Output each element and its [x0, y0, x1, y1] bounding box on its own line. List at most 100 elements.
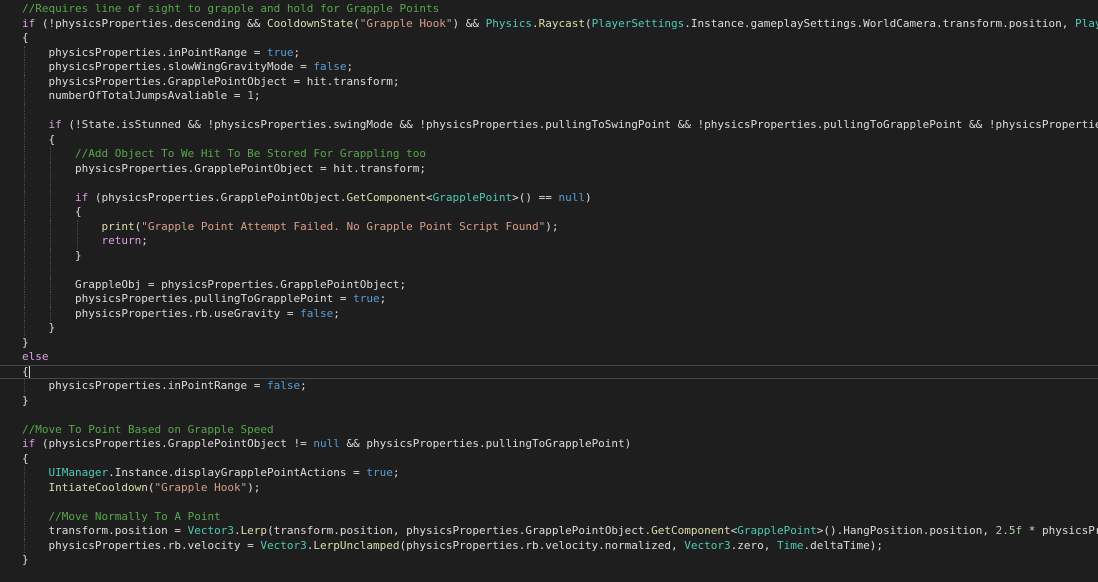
code-token: (!State.isStunned && !physicsProperties.…	[61, 118, 1098, 131]
code-line[interactable]	[22, 495, 1098, 510]
code-line[interactable]: physicsProperties.GrapplePointObject = h…	[22, 161, 1098, 176]
code-line[interactable]: physicsProperties.pullingToGrapplePoint …	[22, 292, 1098, 307]
indent-guide	[50, 147, 52, 162]
code-token: IntiateCooldown	[48, 480, 148, 494]
code-line[interactable]: print("Grapple Point Attempt Failed. No …	[22, 219, 1098, 234]
code-token: physicsProperties.slowWingGravityMode =	[48, 60, 314, 73]
code-token: Vector3	[684, 538, 731, 552]
code-line[interactable]: physicsProperties.rb.velocity = Vector3.…	[22, 538, 1098, 553]
indent-guide	[24, 118, 25, 133]
code-token: (physicsProperties.rb.velocity.normalize…	[399, 538, 685, 552]
code-line[interactable]: }	[22, 553, 1098, 568]
indent-guide	[24, 466, 25, 481]
code-token: }	[22, 393, 29, 407]
code-line[interactable]: {	[22, 205, 1098, 220]
indent-guide	[24, 176, 25, 191]
indent-guide	[50, 161, 52, 176]
code-token: Physics	[485, 16, 532, 30]
code-line[interactable]: {	[22, 132, 1098, 147]
code-token: }	[48, 321, 56, 334]
code-line[interactable]: {	[22, 452, 1098, 467]
code-token: (	[584, 16, 592, 30]
code-token: ;	[253, 89, 261, 102]
code-line[interactable]: {	[22, 365, 1098, 380]
code-line[interactable]: numberOfTotalJumpsAvaliable = 1;	[22, 89, 1098, 104]
code-line[interactable]: physicsProperties.GrapplePointObject = h…	[22, 74, 1098, 89]
code-token: }	[22, 553, 29, 566]
indent-guide	[24, 306, 25, 321]
code-line[interactable]: else	[22, 350, 1098, 365]
code-line[interactable]: }	[22, 394, 1098, 409]
indent-guide	[24, 292, 25, 307]
code-line[interactable]: //Add Object To We Hit To Be Stored For …	[22, 147, 1098, 162]
code-line[interactable]: transform.position = Vector3.Lerp(transf…	[22, 524, 1098, 539]
indent-guide	[50, 234, 52, 249]
indent-guide	[24, 524, 25, 539]
code-line[interactable]: physicsProperties.slowWingGravityMode = …	[22, 60, 1098, 75]
code-line[interactable]: IntiateCooldown("Grapple Hook");	[22, 480, 1098, 495]
indent-guide	[24, 89, 25, 104]
code-token: null	[558, 190, 585, 204]
code-line[interactable]: //Move Normally To A Point	[22, 509, 1098, 524]
code-line[interactable]: GrappleObj = physicsProperties.GrapplePo…	[22, 277, 1098, 292]
code-line[interactable]: return;	[22, 234, 1098, 249]
indent-guide	[50, 176, 52, 191]
code-line[interactable]: }	[22, 336, 1098, 351]
indent-guide	[50, 306, 52, 321]
indent-guide	[24, 60, 25, 75]
code-line[interactable]: if (!physicsProperties.descending && Coo…	[22, 17, 1098, 32]
code-line[interactable]: }	[22, 321, 1098, 336]
code-token: .Instance.gameplaySettings.WorldCamera.t…	[684, 16, 1076, 30]
code-token: true	[267, 45, 294, 59]
code-line[interactable]: physicsProperties.rb.useGravity = false;	[22, 306, 1098, 321]
code-token: transform.position =	[48, 524, 188, 537]
code-token: ;	[141, 234, 148, 247]
code-token: "Grapple Hook"	[154, 480, 248, 494]
indent-guide	[24, 379, 25, 394]
code-token: if	[74, 190, 89, 204]
code-editor[interactable]: //Requires line of sight to grapple and …	[0, 0, 1098, 582]
code-token: numberOfTotalJumpsAvaliable =	[48, 89, 248, 102]
code-token: "Grapple Hook"	[359, 16, 453, 30]
code-line[interactable]	[22, 408, 1098, 423]
code-line[interactable]	[22, 103, 1098, 118]
code-line[interactable]	[22, 176, 1098, 191]
code-line[interactable]: UIManager.Instance.displayGrapplePointAc…	[22, 466, 1098, 481]
code-token: {	[22, 451, 29, 465]
code-line[interactable]: //Requires line of sight to grapple and …	[22, 2, 1098, 17]
code-line[interactable]: if (physicsProperties.GrapplePointObject…	[22, 190, 1098, 205]
code-line[interactable]	[22, 263, 1098, 278]
code-line[interactable]: if (!State.isStunned && !physicsProperti…	[22, 118, 1098, 133]
code-line[interactable]: if (physicsProperties.GrapplePointObject…	[22, 437, 1098, 452]
code-line[interactable]: physicsProperties.inPointRange = true;	[22, 45, 1098, 60]
code-token: {	[22, 31, 29, 44]
code-line[interactable]: }	[22, 248, 1098, 263]
code-token: GetComponent	[651, 524, 731, 537]
code-token: {	[74, 205, 82, 218]
code-token: if	[48, 118, 62, 131]
code-token: (	[353, 16, 360, 30]
code-token: ;	[300, 379, 307, 392]
code-line[interactable]: {	[22, 31, 1098, 46]
code-area[interactable]: //Requires line of sight to grapple and …	[22, 2, 1098, 568]
code-token: >() ==	[512, 190, 559, 204]
code-line[interactable]: physicsProperties.inPointRange = false;	[22, 379, 1098, 394]
code-token: .	[531, 16, 539, 30]
code-line[interactable]: //Move To Point Based on Grapple Speed	[22, 423, 1098, 438]
indent-guide	[24, 234, 25, 249]
code-token: Vector3	[187, 524, 234, 537]
code-token: (!physicsProperties.descending &&	[35, 16, 268, 30]
code-token: //Move To Point Based on Grapple Speed	[22, 422, 274, 436]
code-token: Time	[777, 538, 804, 552]
indent-guide	[76, 219, 78, 234]
code-token: GrapplePoint	[737, 524, 817, 537]
code-token: );	[247, 480, 261, 494]
